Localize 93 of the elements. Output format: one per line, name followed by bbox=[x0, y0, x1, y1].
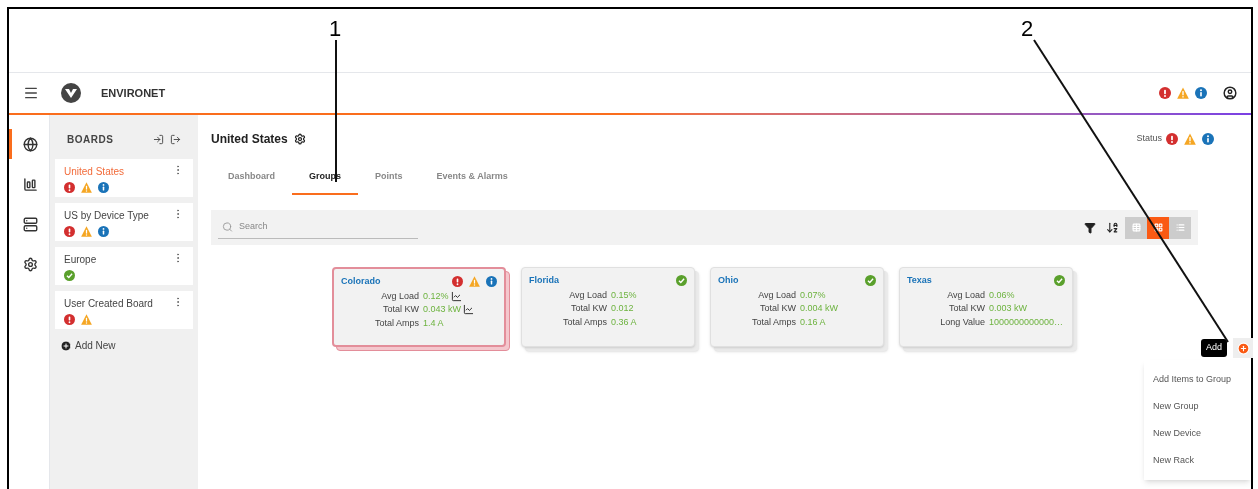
settings-icon[interactable] bbox=[293, 133, 306, 145]
group-card[interactable]: Florida Avg Load 0.15% Total KW 0.012 Total Amps 0.36 A bbox=[521, 267, 695, 347]
plus-icon bbox=[60, 339, 72, 352]
metric-value: 0.36 A bbox=[611, 315, 637, 329]
card-title: Ohio bbox=[718, 274, 739, 287]
alert-icon bbox=[1166, 133, 1178, 145]
group-card[interactable]: Colorado Avg Load 0.12% Total KW 0.043 kW Total Amps 1.4 A bbox=[332, 267, 506, 347]
metric-label: Long Value bbox=[939, 315, 985, 329]
metric-label: Avg Load bbox=[568, 288, 607, 302]
menu-icon[interactable] bbox=[23, 85, 39, 101]
user-icon[interactable] bbox=[1223, 86, 1237, 100]
tab[interactable]: Dashboard bbox=[211, 161, 292, 195]
metric-label: Total Amps bbox=[750, 315, 796, 329]
menu-item[interactable]: New Group bbox=[1144, 393, 1251, 420]
trend-chart-icon[interactable] bbox=[463, 304, 475, 316]
filter-icon[interactable] bbox=[1084, 221, 1096, 234]
app-name: ENVIRONET bbox=[101, 85, 166, 101]
grid-icon bbox=[1153, 223, 1163, 232]
alert-icon bbox=[1159, 87, 1171, 99]
table-icon bbox=[1131, 223, 1141, 232]
warning-icon bbox=[81, 314, 92, 325]
metric-value: 1.4 A bbox=[423, 316, 444, 330]
alert-icon bbox=[64, 314, 75, 325]
metric-value: 0.003 kW bbox=[989, 302, 1028, 315]
warning-icon bbox=[81, 226, 92, 237]
board-name: United States bbox=[64, 165, 125, 179]
search-icon bbox=[222, 221, 233, 233]
board-item[interactable]: US by Device Type bbox=[55, 203, 193, 241]
metric-value: 0.012 bbox=[611, 302, 634, 315]
warning-icon bbox=[1177, 87, 1189, 99]
status-label: Status bbox=[1136, 132, 1162, 146]
warning-icon bbox=[1184, 133, 1196, 145]
warning-icon bbox=[469, 276, 480, 288]
metric-value: 0.004 kW bbox=[800, 302, 839, 315]
check-icon bbox=[865, 275, 876, 287]
login-icon[interactable] bbox=[153, 133, 164, 145]
metric-label: Avg Load bbox=[946, 288, 985, 302]
group-card[interactable]: Ohio Avg Load 0.07% Total KW 0.004 kW Total Amps 0.16 A bbox=[710, 267, 884, 347]
card-title: Texas bbox=[907, 274, 932, 287]
check-icon bbox=[1054, 275, 1065, 287]
card-title: Colorado bbox=[341, 275, 381, 288]
metric-value: 0.12% bbox=[423, 289, 449, 303]
metric-value: 0.07% bbox=[800, 288, 826, 302]
metric-label: Total KW bbox=[948, 302, 985, 315]
check-icon bbox=[676, 275, 687, 287]
info-icon bbox=[486, 276, 497, 288]
alert-icon bbox=[64, 226, 75, 237]
menu-item[interactable]: Add Items to Group bbox=[1144, 366, 1251, 393]
list-icon bbox=[1175, 223, 1185, 232]
logout-icon[interactable] bbox=[170, 133, 181, 145]
metric-label: Avg Load bbox=[757, 288, 796, 302]
tab[interactable]: Points bbox=[358, 161, 420, 195]
info-icon bbox=[1202, 133, 1214, 145]
info-icon bbox=[98, 226, 109, 237]
check-icon bbox=[64, 270, 75, 281]
metric-value: 0.15% bbox=[611, 288, 637, 302]
alert-icon bbox=[64, 182, 75, 193]
alert-icon bbox=[452, 276, 463, 288]
card-title: Florida bbox=[529, 274, 559, 287]
info-icon bbox=[98, 182, 109, 193]
metric-label: Total KW bbox=[570, 302, 607, 315]
logo-icon bbox=[61, 83, 81, 103]
metric-value: 0.06% bbox=[989, 288, 1015, 302]
group-card[interactable]: Texas Avg Load 0.06% Total KW 0.003 kW Long Value 1000000000000… bbox=[899, 267, 1073, 347]
metric-value: 0.043 kW bbox=[423, 303, 462, 316]
info-icon bbox=[1195, 87, 1207, 99]
board-name: US by Device Type bbox=[64, 209, 149, 223]
callout-number: 2 bbox=[1021, 15, 1034, 43]
metric-label: Avg Load bbox=[380, 289, 419, 303]
tab[interactable]: Events & Alarms bbox=[419, 161, 525, 195]
metric-value: 1000000000000… bbox=[989, 315, 1064, 329]
metric-label: Total Amps bbox=[373, 316, 419, 330]
board-name: User Created Board bbox=[64, 297, 153, 311]
menu-item[interactable]: New Device bbox=[1144, 420, 1251, 447]
menu-item[interactable]: New Rack bbox=[1144, 447, 1251, 474]
sort-icon[interactable] bbox=[1106, 221, 1119, 234]
panel-title: BOARDS bbox=[67, 132, 114, 147]
trend-chart-icon[interactable] bbox=[450, 290, 462, 302]
board-name: Europe bbox=[64, 253, 97, 267]
metric-label: Total KW bbox=[382, 303, 419, 316]
board-item[interactable]: User Created Board bbox=[55, 291, 193, 329]
add-new-button[interactable]: Add New bbox=[60, 338, 116, 353]
page-title: United States bbox=[211, 131, 288, 148]
add-button[interactable] bbox=[1233, 338, 1253, 358]
board-item[interactable]: Europe bbox=[55, 247, 193, 285]
metric-label: Total Amps bbox=[561, 315, 607, 329]
search-input[interactable]: Search bbox=[238, 220, 414, 234]
search-field[interactable]: Search bbox=[218, 216, 418, 239]
callout-number: 1 bbox=[329, 15, 342, 43]
metric-value: 0.16 A bbox=[800, 315, 826, 329]
metric-label: Total KW bbox=[759, 302, 796, 315]
tooltip: Add bbox=[1201, 339, 1227, 357]
warning-icon bbox=[81, 182, 92, 193]
